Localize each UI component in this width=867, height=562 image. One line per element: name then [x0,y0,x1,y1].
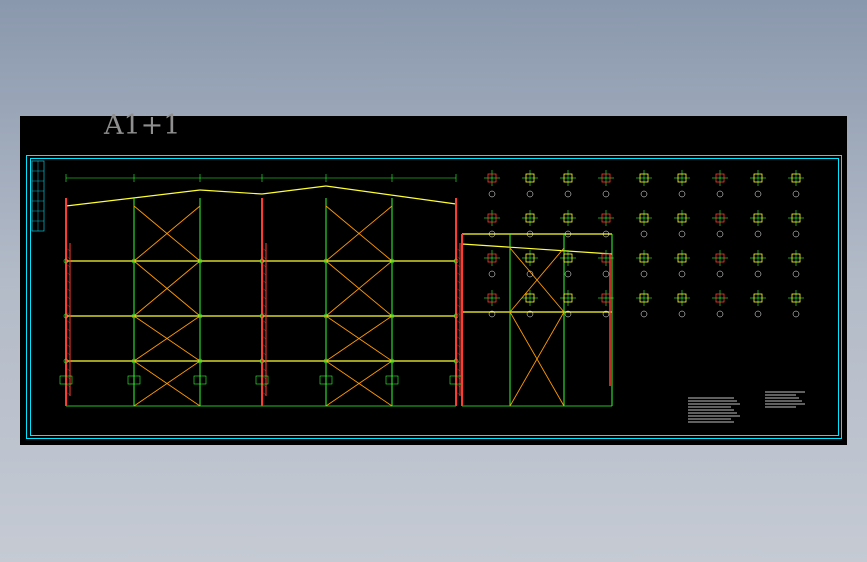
detail-bubble [640,270,648,278]
detail-item [484,170,500,198]
detail-bubble [488,190,496,198]
detail-item [712,210,728,238]
detail-bubble [564,190,572,198]
detail-bubble [716,310,724,318]
detail-bubble [640,310,648,318]
notes-block [765,391,805,408]
detail-item [522,290,538,318]
detail-bubble [754,190,762,198]
detail-sheet [484,170,804,318]
binding-strip-lines [32,161,44,231]
detail-bubble [792,230,800,238]
detail-bubble [792,310,800,318]
detail-item [560,250,576,278]
detail-bubble [716,230,724,238]
detail-bubble [678,310,686,318]
detail-bubble [602,190,610,198]
detail-bubble [602,270,610,278]
detail-item [636,210,652,238]
roof-beam [261,185,327,195]
detail-item [560,170,576,198]
secondary-elevation [461,233,613,407]
detail-bubble [678,190,686,198]
detail-item [636,250,652,278]
cad-drawing [26,155,842,439]
detail-item [750,210,766,238]
detail-bubble [716,190,724,198]
roof-beam [461,243,613,255]
notes-block [688,397,740,423]
detail-item [484,290,500,318]
detail-bubble [792,190,800,198]
detail-item [598,170,614,198]
detail-item [522,250,538,278]
detail-item [788,290,804,318]
cad-drawing-viewport[interactable]: A1+1 [20,110,847,445]
detail-bubble [564,270,572,278]
detail-item [712,290,728,318]
detail-bubble [678,230,686,238]
detail-item [560,210,576,238]
detail-bubble [640,190,648,198]
detail-item [712,170,728,198]
detail-item [636,290,652,318]
detail-item [598,210,614,238]
roof-beam [199,189,263,195]
detail-item [674,170,690,198]
detail-bubble [488,270,496,278]
detail-bubble [640,230,648,238]
detail-item [788,170,804,198]
detail-item [712,250,728,278]
detail-bubble [526,190,534,198]
detail-item [674,210,690,238]
notes-blocks [688,391,805,423]
roof-beam [325,185,457,205]
detail-bubble [754,230,762,238]
detail-bubble [792,270,800,278]
detail-bubble [678,270,686,278]
detail-item [750,290,766,318]
detail-item [750,250,766,278]
detail-item [522,210,538,238]
detail-item [750,170,766,198]
detail-bubble [754,270,762,278]
detail-item [674,250,690,278]
detail-item [484,250,500,278]
detail-item [484,210,500,238]
detail-item [560,290,576,318]
detail-bubble [754,310,762,318]
detail-item [522,170,538,198]
roof-beam [65,189,201,207]
detail-item [636,170,652,198]
detail-bubble [716,270,724,278]
detail-item [674,290,690,318]
detail-item [788,210,804,238]
main-elevation [59,174,463,407]
detail-item [788,250,804,278]
